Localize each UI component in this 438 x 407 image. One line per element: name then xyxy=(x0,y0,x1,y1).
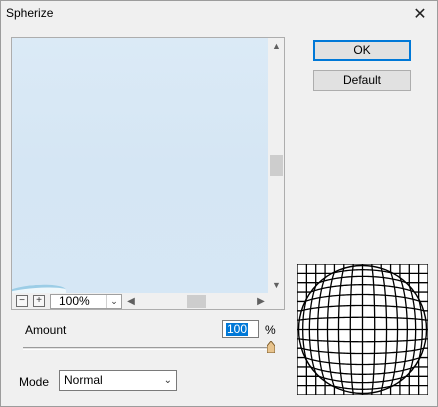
dialog-title: Spherize xyxy=(6,6,54,20)
amount-label: Amount xyxy=(25,323,67,337)
mode-label: Mode xyxy=(19,375,50,389)
vertical-scroll-thumb[interactable] xyxy=(270,155,283,176)
triangle-down-icon[interactable]: ▼ xyxy=(268,277,284,293)
zoom-level-select[interactable]: 100% ⌄ xyxy=(50,294,122,309)
zoom-out-button[interactable]: − xyxy=(16,295,28,307)
preview-image-edge xyxy=(12,282,67,293)
amount-value: 100 xyxy=(226,322,249,336)
preview-image[interactable] xyxy=(12,38,268,293)
amount-unit: % xyxy=(265,323,276,337)
close-button[interactable]: ✕ xyxy=(409,5,431,23)
spherize-grid-preview xyxy=(297,264,428,395)
mode-selected-value: Normal xyxy=(64,373,103,387)
ok-button[interactable]: OK xyxy=(313,40,411,61)
chevron-down-icon: ⌄ xyxy=(106,295,121,308)
mode-select[interactable]: Normal ⌄ xyxy=(59,370,177,391)
triangle-right-icon[interactable]: ▶ xyxy=(254,293,268,309)
chevron-down-icon: ⌄ xyxy=(163,375,172,386)
vertical-scrollbar[interactable]: ▲ ▼ xyxy=(268,38,284,293)
zoom-level-value: 100% xyxy=(59,294,90,308)
zoom-in-button[interactable]: + xyxy=(33,295,45,307)
close-icon: ✕ xyxy=(413,6,427,23)
default-button[interactable]: Default xyxy=(313,70,411,91)
amount-slider-track[interactable] xyxy=(23,347,274,350)
plus-icon: + xyxy=(36,295,42,306)
minus-icon: − xyxy=(19,295,25,306)
spherize-dialog: Spherize ✕ ▲ ▼ − + 100% ⌄ ◀ ▶ OK Default… xyxy=(0,0,438,407)
amount-slider-thumb[interactable] xyxy=(267,341,275,353)
triangle-left-icon[interactable]: ◀ xyxy=(124,293,138,309)
preview-toolbar: − + 100% ⌄ ◀ ▶ xyxy=(12,293,284,309)
amount-input[interactable]: 100 xyxy=(222,320,259,338)
horizontal-scroll-thumb[interactable] xyxy=(187,295,206,308)
triangle-up-icon[interactable]: ▲ xyxy=(268,38,284,54)
preview-panel: ▲ ▼ − + 100% ⌄ ◀ ▶ xyxy=(11,37,285,310)
horizontal-scrollbar[interactable]: ◀ ▶ xyxy=(124,293,268,309)
